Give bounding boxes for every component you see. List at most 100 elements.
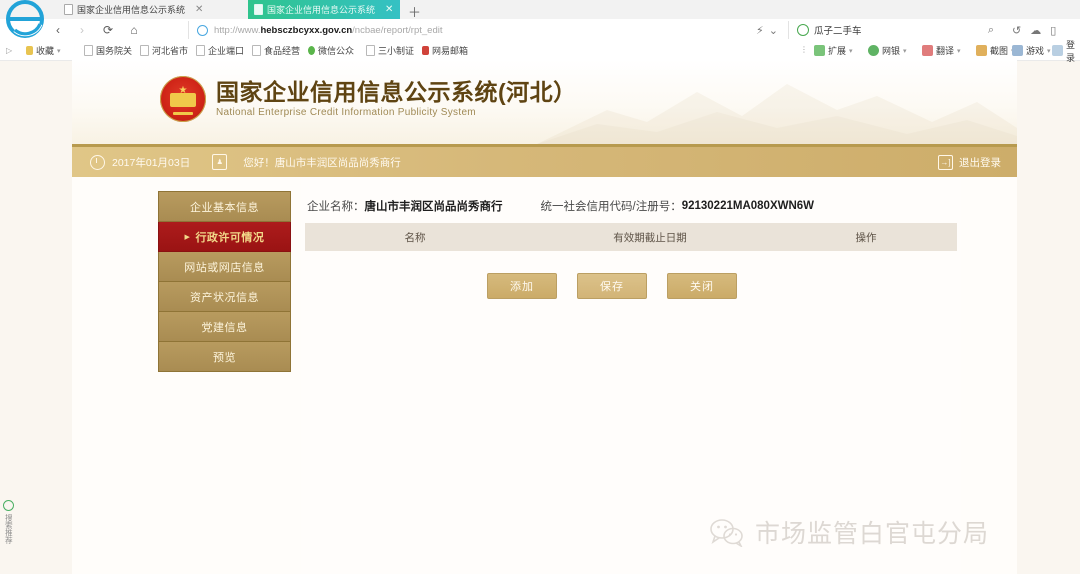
browser-tab-1[interactable]: 国家企业信用信息公示系统 ✕ — [58, 0, 248, 19]
mail-icon — [422, 46, 429, 55]
bookmark-item[interactable]: 企业端口 — [196, 44, 244, 57]
bookmark-item[interactable]: 国务院关 — [84, 44, 132, 57]
column-header-expiry: 有效期截止日期 — [525, 230, 775, 245]
sidebar-item-label: 资产状况信息 — [190, 289, 259, 305]
game-icon — [1012, 45, 1023, 56]
search-engine-icon — [797, 24, 809, 36]
search-suggestion-label: 搜索推荐 — [4, 514, 13, 544]
bank-icon — [868, 45, 879, 56]
toolbar-screenshot[interactable]: 截图 ▾ — [976, 44, 1015, 57]
close-button[interactable]: 关闭 — [667, 273, 737, 299]
site-title-en: National Enterprise Credit Information P… — [216, 107, 577, 118]
page-icon — [84, 45, 93, 56]
extensions-icon — [814, 45, 825, 56]
search-input-value[interactable]: 瓜子二手车 — [814, 23, 862, 37]
url-path: /ncbae/report/rpt_edit — [352, 25, 442, 36]
browser-tab-2-active[interactable]: 国家企业信用信息公示系统 ✕ — [248, 0, 400, 19]
enterprise-summary: 企业名称： 唐山市丰润区尚品尚秀商行 统一社会信用代码/注册号： 9213022… — [301, 191, 961, 221]
screenshot-icon — [976, 45, 987, 56]
toolbar-extensions[interactable]: 扩展 ▾ — [814, 44, 853, 57]
forward-button[interactable]: › — [74, 22, 90, 38]
navigation-bar: ‹ › ⟳ ⌂ http://www. hebsczbcyxx.gov.cn /… — [0, 19, 1080, 41]
sidebar-item-asset-info[interactable]: 资产状况信息 — [158, 282, 291, 312]
bookmark-label: 食品经营 — [264, 44, 300, 57]
bookmark-label: 微信公众 — [318, 44, 354, 57]
enterprise-name-value: 唐山市丰润区尚品尚秀商行 — [365, 198, 503, 214]
tab-page-icon — [64, 4, 73, 15]
url-domain: hebsczbcyxx.gov.cn — [260, 25, 352, 36]
toolbar-login[interactable]: 登录 — [1052, 44, 1080, 57]
user-icon — [1052, 45, 1063, 56]
bookmarks-overflow-icon[interactable]: ▷ — [6, 46, 12, 55]
back-button[interactable]: ‹ — [50, 22, 66, 38]
national-emblem-icon: ★ — [160, 76, 206, 122]
sidebar-item-label: 行政许可情况 — [195, 229, 264, 245]
toolbar-overflow-icon[interactable]: ⋮ — [800, 45, 808, 54]
page-icon — [140, 45, 149, 56]
bookmark-item[interactable]: 食品经营 — [252, 44, 300, 57]
tab-close-icon[interactable]: ✕ — [385, 4, 393, 15]
credit-code-label: 统一社会信用代码/注册号： — [541, 198, 682, 214]
site-brand: ★ 国家企业信用信息公示系统(河北） National Enterprise C… — [160, 76, 577, 122]
toolbar-label: 登录 — [1066, 38, 1080, 64]
bookmark-favorites[interactable]: 收藏 ▾ — [26, 44, 61, 57]
reload-button[interactable]: ⟳ — [100, 22, 116, 38]
sidebar-item-basic-info[interactable]: 企业基本信息 — [158, 191, 291, 222]
search-icon[interactable]: ⌕ — [988, 24, 994, 37]
enterprise-name-label: 企业名称： — [307, 198, 365, 214]
wechat-icon — [709, 517, 745, 547]
user-greeting: 您好！唐山市丰润区尚品尚秀商行 — [243, 155, 401, 170]
add-button[interactable]: 添加 — [487, 273, 557, 299]
column-header-action: 操作 — [775, 230, 957, 245]
lightning-icon[interactable]: ⚡ — [756, 24, 764, 37]
toolbar-translate[interactable]: 翻译 ▾ — [922, 44, 961, 57]
toolbar-games[interactable]: 游戏 ▾ — [1012, 44, 1051, 57]
browser-search-box[interactable]: 瓜子二手车 ⌕ — [788, 21, 994, 39]
search-suggestion-strip[interactable]: 搜索推荐 — [0, 500, 16, 574]
page-icon — [252, 45, 261, 56]
bookmarks-bar: ▷ 收藏 ▾ 国务院关 河北省市 企业端口 食品经营 微信公众 三小制证 — [0, 41, 1080, 61]
sidebar-item-website-info[interactable]: 网站或网店信息 — [158, 252, 291, 282]
site-title-cn: 国家企业信用信息公示系统(河北） — [216, 80, 577, 106]
history-icon[interactable]: ↺ — [1012, 24, 1021, 37]
address-bar[interactable]: http://www. hebsczbcyxx.gov.cn /ncbae/re… — [188, 21, 749, 39]
chevron-down-icon[interactable]: ▾ — [957, 47, 961, 55]
chevron-down-icon[interactable]: ▾ — [1047, 47, 1051, 55]
chevron-down-icon[interactable]: ▾ — [57, 47, 61, 55]
chevron-down-icon[interactable]: ⌄ — [769, 24, 778, 37]
tab-strip: 国家企业信用信息公示系统 ✕ 国家企业信用信息公示系统 ✕ ＋ — [0, 0, 1080, 19]
browser-chrome: 国家企业信用信息公示系统 ✕ 国家企业信用信息公示系统 ✕ ＋ ‹ › ⟳ ⌂ … — [0, 0, 1080, 60]
toolbar-label: 翻译 — [936, 44, 954, 57]
triangle-marker-icon: ▶ — [185, 233, 191, 241]
clock-icon — [90, 155, 105, 170]
toolbar-label: 游戏 — [1026, 44, 1044, 57]
user-info-bar: 2017年01月03日 ♟ 您好！唐山市丰润区尚品尚秀商行 →] 退出登录 — [72, 147, 1017, 177]
save-button[interactable]: 保存 — [577, 273, 647, 299]
tab-title: 国家企业信用信息公示系统 — [77, 3, 185, 16]
bookmark-item[interactable]: 河北省市 — [140, 44, 188, 57]
logout-button[interactable]: →] 退出登录 — [938, 155, 1001, 170]
url-prefix: http://www. — [214, 25, 260, 36]
bookmark-item[interactable]: 三小制证 — [366, 44, 414, 57]
tab-close-icon[interactable]: ✕ — [195, 4, 203, 15]
bookmark-item[interactable]: 网易邮箱 — [422, 44, 468, 57]
home-button[interactable]: ⌂ — [126, 22, 142, 38]
form-action-buttons: 添加 保存 关闭 — [301, 273, 961, 299]
bookmark-label: 三小制证 — [378, 44, 414, 57]
bookmark-label: 河北省市 — [152, 44, 188, 57]
bookmark-label: 网易邮箱 — [432, 44, 468, 57]
browser-right-icons: ↺ ☁ ▯ — [1012, 21, 1056, 39]
mobile-icon[interactable]: ▯ — [1050, 24, 1056, 37]
bookmark-item[interactable]: 微信公众 — [308, 44, 354, 57]
chevron-down-icon[interactable]: ▾ — [903, 47, 907, 55]
sidebar-item-admin-license[interactable]: ▶ 行政许可情况 — [158, 222, 291, 252]
bookmark-label: 国务院关 — [96, 44, 132, 57]
credit-code-value: 92130221MA080XWN6W — [682, 200, 814, 212]
cloud-icon[interactable]: ☁ — [1030, 24, 1041, 37]
sidebar-item-label: 党建信息 — [202, 319, 248, 335]
chevron-down-icon[interactable]: ▾ — [849, 47, 853, 55]
sidebar-item-party-info[interactable]: 党建信息 — [158, 312, 291, 342]
sidebar-item-preview[interactable]: 预览 — [158, 342, 291, 372]
toolbar-banking[interactable]: 网银 ▾ — [868, 44, 907, 57]
gear-shape — [170, 93, 196, 107]
